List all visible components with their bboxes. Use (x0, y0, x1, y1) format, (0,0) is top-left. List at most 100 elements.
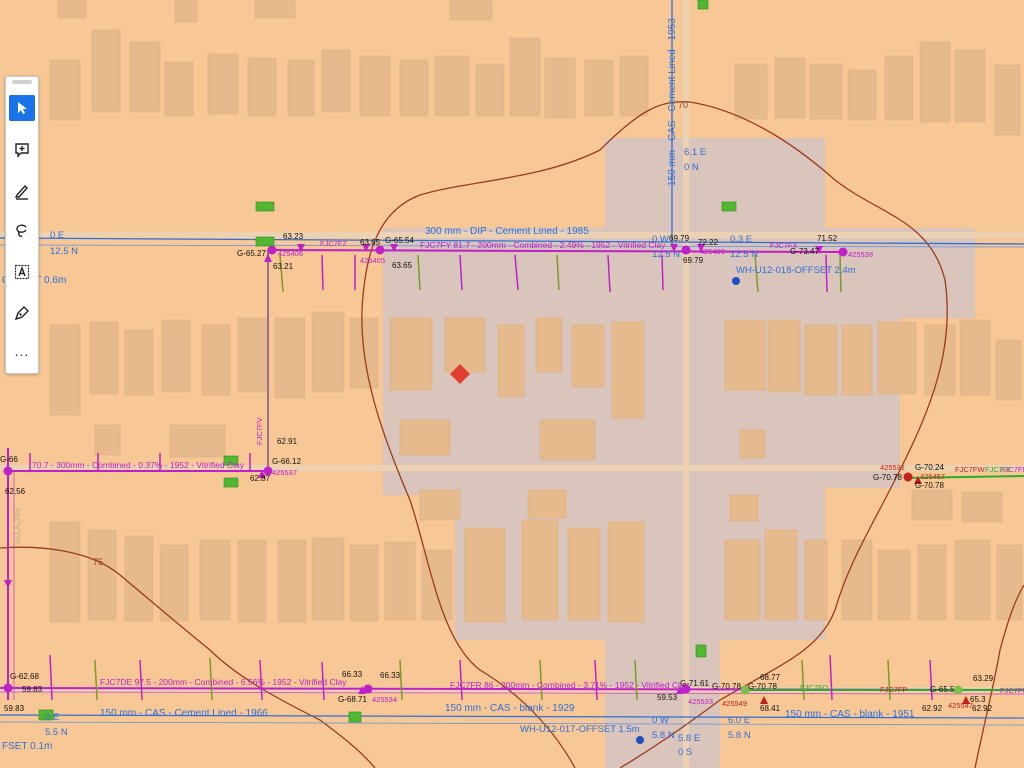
svg-text:6.0 E: 6.0 E (728, 715, 750, 726)
svg-text:68.77: 68.77 (760, 673, 781, 682)
water-main-label-vertical: 150 mm - CAS - Cement Lined - 1953 (667, 18, 678, 186)
map-canvas[interactable]: 300 mm - DIP - Cement Lined - 1985 150 m… (0, 0, 1024, 768)
svg-text:0 E: 0 E (50, 230, 64, 241)
svg-text:5.8 N: 5.8 N (652, 730, 675, 741)
more-tools-button[interactable]: ... (9, 343, 35, 363)
svg-text:62.92: 62.92 (922, 704, 943, 713)
svg-text:72.22: 72.22 (698, 238, 719, 247)
svg-text:62.56: 62.56 (5, 487, 26, 496)
svg-text:62.92: 62.92 (972, 704, 993, 713)
offset-label-top: WH-U12-018-OFFSET 2.4m (736, 265, 856, 276)
svg-text:G-66.12: G-66.12 (272, 457, 301, 466)
svg-text:66.33: 66.33 (380, 671, 401, 680)
svg-text:0.3 E: 0.3 E (730, 234, 752, 245)
manhole-node[interactable] (3, 466, 13, 476)
cursor-arrow-icon (18, 102, 27, 114)
add-comment-tool-button[interactable] (9, 137, 35, 163)
svg-text:0 W: 0 W (652, 234, 669, 245)
manhole-node[interactable] (681, 245, 691, 255)
svg-text:59.83: 59.83 (22, 685, 43, 694)
storm-node[interactable] (953, 685, 963, 695)
svg-text:FJC7FW: FJC7FW (955, 465, 986, 474)
svg-text:0 N: 0 N (684, 162, 699, 173)
svg-text:425406: 425406 (278, 249, 303, 258)
hydrant-node[interactable] (732, 277, 740, 285)
svg-text:12.5 N: 12.5 N (50, 246, 78, 257)
draw-tool-button[interactable] (9, 178, 35, 204)
svg-text:G-70.78: G-70.78 (873, 473, 902, 482)
text-box-icon (14, 264, 30, 280)
svg-text:G-70.24: G-70.24 (915, 463, 944, 472)
svg-text:G-68.71: G-68.71 (338, 695, 367, 704)
svg-text:68.41: 68.41 (760, 704, 781, 713)
svg-text:425537: 425537 (272, 468, 297, 477)
sewer-label-bot-mid: FJC7FR 86 - 200mm - Combined - 3.71% - 1… (450, 680, 690, 690)
svg-text:5.8 N: 5.8 N (728, 730, 751, 741)
svg-text:0 S: 0 S (678, 747, 692, 758)
svg-text:66.33: 66.33 (342, 670, 363, 679)
sewer-label-top: FJC7FY 81.7 - 200mm - Combined - 2.49% -… (420, 240, 666, 250)
svg-text:69.79: 69.79 (669, 234, 690, 243)
svg-text:FJC7FZ: FJC7FZ (320, 239, 348, 248)
svg-text:63.23: 63.23 (283, 232, 304, 241)
svg-text:63.65: 63.65 (392, 261, 413, 270)
svg-text:FJC7FI: FJC7FI (985, 465, 1010, 474)
water-label-bot-left: 150 mm - CAS - Cement Lined - 1966 (100, 708, 268, 719)
svg-text:FJC7FP: FJC7FP (880, 685, 908, 694)
svg-text:G-70.78: G-70.78 (748, 682, 777, 691)
svg-text:63.29: 63.29 (973, 674, 994, 683)
svg-text:425538: 425538 (848, 250, 873, 259)
svg-text:FJC7FO: FJC7FO (800, 683, 829, 692)
highlight-tool-button[interactable] (9, 300, 35, 326)
svg-text:425534: 425534 (372, 695, 397, 704)
svg-text:62.91: 62.91 (277, 437, 298, 446)
select-tool-button[interactable] (9, 95, 35, 121)
storm-node[interactable] (903, 472, 913, 482)
text-tool-button[interactable] (9, 259, 35, 285)
contour-label-75: 75 (93, 557, 103, 567)
svg-text:0 W: 0 W (652, 715, 669, 726)
svg-text:425457: 425457 (920, 472, 945, 481)
svg-text:G-65.5: G-65.5 (930, 685, 955, 694)
svg-text:12.5 N: 12.5 N (730, 249, 758, 260)
manhole-node[interactable] (838, 247, 848, 257)
water-label-bot-right: 150 mm - CAS - blank - 1951 (785, 709, 915, 720)
toolbar-grip[interactable] (12, 80, 32, 84)
pencil-icon (14, 184, 28, 200)
svg-text:71.52: 71.52 (817, 234, 838, 243)
svg-text:425531: 425531 (880, 463, 905, 472)
svg-text:425547: 425547 (948, 701, 973, 710)
svg-text:12.5 N: 12.5 N (652, 249, 680, 260)
manhole-node[interactable] (3, 683, 13, 693)
svg-text:63.21: 63.21 (273, 262, 294, 271)
svg-text:0 E: 0 E (45, 712, 59, 723)
svg-text:425549: 425549 (722, 699, 747, 708)
map-svg[interactable]: 300 mm - DIP - Cement Lined - 1985 150 m… (0, 0, 1024, 768)
svg-text:G-70.78: G-70.78 (915, 481, 944, 490)
svg-text:425409: 425409 (700, 247, 725, 256)
svg-text:G-66: G-66 (0, 455, 18, 464)
comment-plus-icon (15, 143, 29, 158)
svg-text:6.1 E: 6.1 E (684, 147, 706, 158)
manhole-node[interactable] (267, 245, 277, 255)
svg-text:FJC7FX: FJC7FX (770, 241, 798, 250)
drawing-toolbar: ... (5, 76, 39, 374)
lasso-tool-button[interactable] (9, 218, 35, 244)
svg-text:425533: 425533 (688, 697, 713, 706)
svg-text:5.8 E: 5.8 E (678, 733, 700, 744)
svg-text:59.53: 59.53 (657, 693, 678, 702)
svg-text:425405: 425405 (360, 256, 385, 265)
svg-text:G-65.27: G-65.27 (237, 249, 266, 258)
contour-label-70: 70 (678, 100, 688, 110)
water-main-label-top: 300 mm - DIP - Cement Lined - 1985 (425, 226, 589, 237)
svg-text:62.87: 62.87 (250, 474, 271, 483)
hydrant-node[interactable] (636, 736, 644, 744)
water-label-bot-mid: 150 mm - CAS - blank - 1929 (445, 703, 575, 714)
svg-text:63.65: 63.65 (360, 238, 381, 247)
svg-text:5.5 N: 5.5 N (45, 727, 68, 738)
lasso-icon (16, 224, 27, 237)
sewer-label-bot-left: FJC7DE 97.5 - 200mm - Combined - 6.56% -… (100, 677, 347, 687)
street-name-label: SLOCAN (12, 508, 22, 545)
svg-text:69.79: 69.79 (683, 256, 704, 265)
sewer-label-mid: 70.7 - 300mm - Combined - 0.37% - 1952 -… (32, 460, 245, 470)
